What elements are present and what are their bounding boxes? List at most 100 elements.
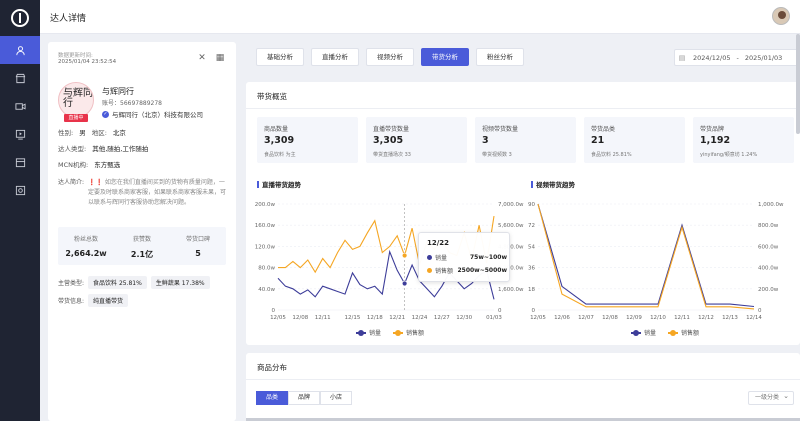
tooltip-row: 销售额 2500w~5000w (427, 266, 507, 275)
nav-data[interactable] (0, 176, 40, 204)
region-value: 北京 (112, 129, 126, 137)
distribution-title: 商品分布 (257, 363, 287, 372)
video-sales-chart[interactable]: 0 18 36 54 72 90 0 200.0w 400.0w 600.0w 800.0w 1,00… (521, 194, 800, 329)
card-label: 带货品牌 (700, 126, 725, 133)
x-tick: 12/07 (578, 315, 594, 321)
x-tick: 12/11 (674, 315, 690, 321)
date-end[interactable]: 2025/01/03 (745, 54, 782, 62)
gender-value: 男 (79, 129, 86, 137)
live-badge[interactable]: 直播中 (64, 114, 88, 122)
update-time: 2025/01/04 23:52:54 (58, 59, 117, 65)
sales-overview: 带货概览 商品数量 3,309 食品饮料 为主 直播带货数量 3,305 带货直播场次 … (246, 82, 800, 345)
vertical-scrollbar[interactable] (796, 34, 800, 134)
y-tick-left: 0 (532, 308, 536, 314)
type-value: 其他,随拍,工作随拍 (92, 145, 149, 153)
intro-row: 达人简介: ❗❗ 如您在我们直播间买到的货物有质量问题，一定要及时联系商家客服，… (58, 178, 230, 208)
tab-basic[interactable]: 基础分析 (256, 48, 304, 66)
card-sub: 食品饮料 为主 (264, 152, 296, 158)
card-sub: 带货直播场次 33 (373, 152, 411, 158)
nav-shop[interactable] (0, 148, 40, 176)
tooltip-name: 销售额 (435, 268, 454, 275)
card-sub: 食品饮料 25.81% (591, 152, 632, 158)
y-tick-left: 200.0w (255, 202, 276, 208)
divider (246, 108, 800, 109)
legend-item-sales[interactable]: 销量 (356, 328, 381, 337)
video-chart-title: 视频带货趋势 (531, 179, 575, 189)
x-tick: 12/05 (530, 315, 546, 321)
tab-video[interactable]: 视频分析 (366, 48, 414, 66)
date-range-picker[interactable]: ▤ 2024/12/05 - 2025/01/03 (674, 49, 800, 66)
user-avatar[interactable] (772, 7, 790, 25)
type-label: 达人类型: (58, 145, 87, 153)
product-distribution: 商品分布 品类 品牌 小店 一级分类 (246, 353, 800, 421)
y-tick-left: 18 (528, 287, 535, 293)
card-video-products: 视频带货数量 3 带货视频数 3 (475, 117, 576, 163)
gender-region-row: 性别: 男 地区: 北京 (58, 127, 126, 137)
x-tick: 12/06 (554, 315, 570, 321)
y-tick-right: 0 (758, 308, 762, 314)
mcn-label: MCN机构: (58, 161, 89, 169)
main-cat-pill: 生鲜蔬果 17.38% (150, 276, 210, 289)
y-tick-left: 80.0w (258, 266, 275, 272)
y-tick-left: 120.0w (255, 244, 276, 250)
subtab-shop[interactable]: 小店 (320, 391, 352, 405)
legend-label: 销售额 (406, 330, 425, 337)
avatar-mark: 与辉同行 (63, 88, 93, 109)
stat-value: 2,664.2w (65, 249, 107, 258)
tab-fans[interactable]: 粉丝分析 (476, 48, 524, 66)
y-tick-left: 54 (528, 244, 535, 250)
tooltip-name: 销量 (435, 255, 448, 262)
main-cat-pill: 食品饮料 25.81% (88, 276, 147, 289)
x-tick: 12/14 (746, 315, 762, 321)
x-tick: 12/27 (434, 315, 450, 321)
nav-live[interactable] (0, 120, 40, 148)
calendar-icon: ▤ (678, 53, 686, 62)
mcn-row: MCN机构: 东方甄选 (58, 159, 120, 169)
category-level-select[interactable]: 一级分类 (748, 390, 794, 405)
tab-sales[interactable]: 带货分析 (421, 48, 469, 66)
card-value: 3 (482, 135, 489, 146)
x-tick: 12/15 (345, 315, 361, 321)
y-tick-right: 200.0w (758, 287, 779, 293)
stat-likes: 获赞数 2.1亿 (114, 227, 170, 265)
y-tick-right: 1,000.0w (758, 202, 784, 208)
legend-item-revenue[interactable]: 销售额 (393, 328, 424, 337)
card-value: 3,305 (373, 135, 404, 146)
legend-label: 销量 (369, 330, 382, 337)
profile-name: 与辉同行 (102, 87, 134, 96)
y-tick-left: 90 (528, 202, 535, 208)
legend-item-revenue[interactable]: 销售额 (668, 328, 699, 337)
x-tick: 12/30 (456, 315, 472, 321)
date-sep: - (736, 53, 739, 62)
card-label: 视频带货数量 (482, 126, 519, 133)
subtab-brand[interactable]: 品牌 (288, 391, 320, 405)
verified-icon: ✓ (102, 110, 109, 118)
card-value: 3,309 (264, 135, 295, 146)
legend-label: 销量 (644, 330, 657, 337)
profile-panel: 数据更新时间: 2025/01/04 23:52:54 ✕ ▦ 与辉同行 直播中… (48, 42, 236, 421)
nav-video[interactable] (0, 92, 40, 120)
date-start[interactable]: 2024/12/05 (693, 54, 730, 62)
nav-store[interactable] (0, 64, 40, 92)
card-brands: 带货品牌 1,192 yinyifang/顿意坊 1.24% (693, 117, 794, 163)
x-tick: 12/10 (650, 315, 666, 321)
card-value: 1,192 (700, 135, 731, 146)
nav-user[interactable] (0, 36, 40, 64)
y-tick-left: 72 (528, 223, 535, 229)
overview-title: 带货概览 (257, 92, 287, 101)
x-tick: 12/08 (292, 315, 308, 321)
qrcode-icon[interactable]: ▦ (214, 52, 226, 64)
distribution-tabs: 品类 品牌 小店 (256, 391, 352, 405)
x-tick: 12/08 (602, 315, 618, 321)
y-tick-right: 800.0w (758, 223, 779, 229)
close-icon[interactable]: ✕ (196, 52, 208, 64)
hover-point (401, 280, 408, 287)
tab-live[interactable]: 直播分析 (311, 48, 359, 66)
stats-box: 粉丝总数 2,664.2w 获赞数 2.1亿 带货口碑 5 (58, 227, 226, 265)
profile-company: ✓ 与辉同行（北京）科技有限公司 (102, 109, 203, 119)
subtab-category[interactable]: 品类 (256, 391, 288, 405)
legend-item-sales[interactable]: 销量 (631, 328, 656, 337)
x-tick: 01/03 (486, 315, 502, 321)
intro-warn: ❗❗ (88, 179, 103, 186)
tooltip-value: 2500w~5000w (457, 267, 507, 274)
